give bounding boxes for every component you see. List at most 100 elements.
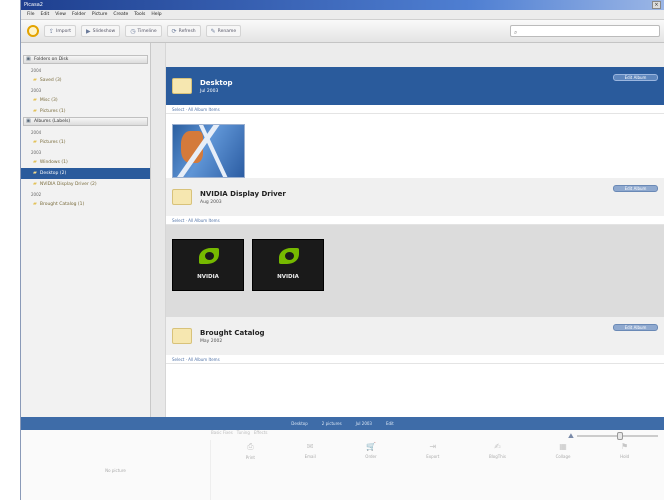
sidebar-folder-item[interactable]: Pictures (1)	[21, 106, 150, 117]
email-label: Email	[304, 454, 316, 459]
nvidia-eye-pupil	[285, 252, 294, 260]
order-button[interactable]: 🛒 Order	[365, 442, 376, 460]
nvidia-eye-pupil	[205, 252, 214, 260]
email-icon: ✉	[306, 442, 314, 451]
blogthis-button[interactable]: ✍ BlogThis	[489, 442, 506, 460]
preview-pane: No picture	[21, 440, 211, 500]
collage-icon: ▦	[559, 442, 567, 451]
menu-item-tools[interactable]: Tools	[134, 12, 145, 17]
menu-item-edit[interactable]: Edit	[41, 12, 50, 17]
sidebar-folder-item[interactable]: Misc (3)	[21, 95, 150, 106]
sidebar-folder-item[interactable]: Pictures (1)	[21, 137, 150, 148]
hold-label: Hold	[620, 454, 630, 459]
folder-list-sidebar: Folders on Disk 2004 Saved (3) 2003 Misc (3)…	[21, 43, 151, 417]
blogthis-label: BlogThis	[488, 454, 506, 459]
photo-thumbnail-nvidia-logo-2[interactable]: NVIDIA	[252, 239, 324, 291]
status-item: Edit	[385, 421, 394, 426]
preview-label: No picture	[105, 467, 126, 473]
sidebar-year-label: 2004	[31, 68, 42, 73]
album-title: Brought Catalog	[200, 328, 265, 337]
sidebar-folder-item[interactable]: Saved (3)	[21, 75, 150, 86]
blog-icon: ✍	[494, 442, 501, 451]
slideshow-button[interactable]: ▶ Slideshow	[80, 25, 121, 37]
collage-label: Collage	[555, 454, 571, 459]
menu-item-help[interactable]: Help	[151, 12, 161, 17]
sidebar-group-header[interactable]: Albums (Labels)	[23, 117, 148, 126]
menu-item-file[interactable]: File	[27, 12, 35, 17]
zoom-slider-knob[interactable]	[617, 432, 624, 440]
album-section: Desktop Jul 2003 Edit Album Select · All Al…	[166, 67, 664, 178]
tab-tuning[interactable]: Tuning	[237, 430, 250, 435]
status-item: Jul 2003	[355, 421, 372, 426]
zoom-control[interactable]: ⛰	[568, 432, 658, 440]
edit-album-button[interactable]: Edit Album	[613, 185, 658, 192]
status-item: Desktop	[291, 421, 308, 426]
import-button[interactable]: ⇪ Import	[44, 25, 76, 37]
email-button[interactable]: ✉ Email	[305, 442, 316, 460]
menu-bar: File Edit View Folder Picture Create Tools Help	[21, 10, 664, 20]
sidebar-year-label: 2002	[31, 192, 42, 197]
tray-tools: ⎙ Print ✉ Email 🛒 Order ⇥ Export ✍ BlogThis ▦ Colla…	[221, 442, 654, 460]
library-view: Desktop Jul 2003 Edit Album Select · All Al…	[151, 43, 664, 417]
refresh-button[interactable]: ⟳ Refresh	[166, 25, 201, 37]
photo-thumbnail-nvidia-logo-1[interactable]: NVIDIA	[172, 239, 244, 291]
order-label: Order	[365, 454, 377, 459]
edit-album-button[interactable]: Edit Album	[613, 74, 658, 81]
status-item: 2 pictures	[321, 421, 342, 426]
export-icon: ⇥	[429, 442, 437, 451]
print-button[interactable]: ⎙ Print	[246, 442, 255, 460]
photo-thumbnail-desktop-wallpaper[interactable]	[172, 124, 245, 178]
search-icon: ⌕	[514, 29, 518, 36]
album-title: Desktop	[200, 78, 233, 87]
menu-item-create[interactable]: Create	[113, 12, 128, 17]
album-section: NVIDIA Display Driver Aug 2003 Edit Album S…	[166, 178, 664, 317]
import-icon: ⇪	[49, 27, 55, 35]
collage-button[interactable]: ▦ Collage	[556, 442, 571, 460]
print-icon: ⎙	[247, 442, 254, 451]
sidebar-year-label: 2003	[31, 88, 42, 93]
zoom-slider[interactable]	[576, 432, 658, 440]
hold-button[interactable]: ⚑ Hold	[620, 442, 629, 460]
sidebar-year-label: 2004	[31, 130, 42, 135]
menu-item-folder[interactable]: Folder	[72, 12, 86, 17]
library-scrollbar[interactable]	[151, 43, 166, 417]
sidebar-folder-item[interactable]: Brought Catalog (1)	[21, 199, 150, 210]
slideshow-label: Slideshow	[92, 28, 116, 34]
import-label: Import	[56, 28, 71, 34]
tab-basic-fixes[interactable]: Basic Fixes	[211, 430, 233, 435]
album-header[interactable]: NVIDIA Display Driver Aug 2003 Edit Album	[166, 178, 664, 216]
menu-item-picture[interactable]: Picture	[92, 12, 107, 17]
album-date: May 2002	[200, 338, 223, 344]
export-button[interactable]: ⇥ Export	[426, 442, 439, 460]
search-box[interactable]: ⌕	[510, 25, 660, 37]
sidebar-group-header[interactable]: Folders on Disk	[23, 55, 148, 64]
refresh-label: Refresh	[178, 28, 196, 34]
refresh-icon: ⟳	[171, 27, 177, 35]
hold-icon: ⚑	[621, 442, 629, 451]
sidebar-folder-item[interactable]: NVIDIA Display Driver (2)	[21, 179, 150, 190]
slideshow-icon: ▶	[85, 27, 91, 35]
picasa-logo-icon	[27, 25, 39, 37]
edit-tabs: Basic Fixes Tuning Effects	[211, 430, 267, 435]
album-header[interactable]: Desktop Jul 2003 Edit Album	[166, 67, 664, 105]
close-window-button[interactable]: ×	[652, 1, 661, 9]
tab-effects[interactable]: Effects	[254, 430, 268, 435]
library-top-strip	[166, 43, 664, 67]
nvidia-logo-text: NVIDIA	[197, 274, 219, 280]
timeline-button[interactable]: ◷ Timeline	[125, 25, 162, 37]
album-select-links[interactable]: Select · All Album Items	[166, 105, 664, 114]
sidebar-folder-item[interactable]: Desktop (2)	[21, 168, 150, 179]
album-section: Brought Catalog May 2002 Edit Album Select …	[166, 317, 664, 364]
status-bar: Desktop 2 pictures Jul 2003 Edit	[21, 417, 664, 430]
album-title: NVIDIA Display Driver	[200, 189, 286, 198]
album-select-links[interactable]: Select · All Album Items	[166, 216, 664, 225]
menu-item-view[interactable]: View	[55, 12, 66, 17]
window-title: Picasa2	[24, 2, 43, 8]
edit-album-button[interactable]: Edit Album	[613, 324, 658, 331]
album-header[interactable]: Brought Catalog May 2002 Edit Album	[166, 317, 664, 355]
rename-button[interactable]: ✎ Rename	[205, 25, 242, 37]
album-select-links[interactable]: Select · All Album Items	[166, 355, 664, 364]
folder-icon	[172, 189, 192, 205]
sidebar-folder-item[interactable]: Windows (1)	[21, 157, 150, 168]
rename-icon: ✎	[210, 27, 216, 35]
